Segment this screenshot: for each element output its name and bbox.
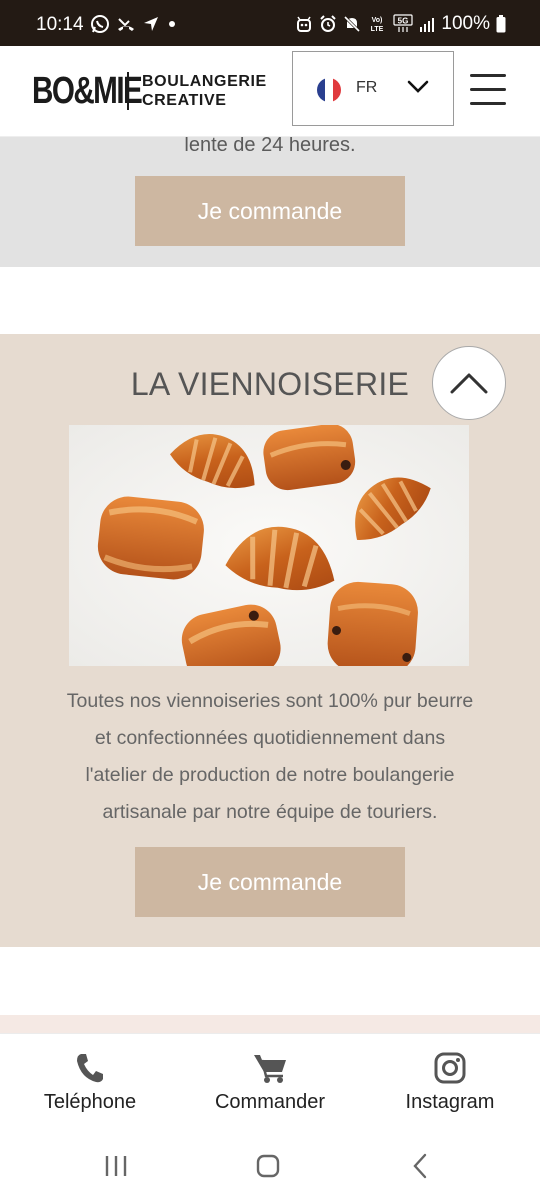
logo-divider — [127, 72, 129, 110]
order-button-previous[interactable]: Je commande — [135, 176, 405, 246]
previous-section-text: lente de 24 heures. — [184, 134, 356, 156]
viennoiserie-description: Toutes nos viennoiseries sont 100% pur b… — [0, 683, 540, 831]
language-code: FR — [356, 79, 378, 96]
order-action[interactable]: Commander — [180, 1034, 360, 1134]
android-icon — [297, 16, 312, 32]
phone-icon — [77, 1054, 103, 1083]
recent-apps-icon — [105, 1156, 127, 1176]
site-header: BO&MIE BOULANGERIE CREATIVE FR — [0, 46, 540, 137]
instagram-label: Instagram — [405, 1091, 495, 1113]
logo-mark[interactable]: BO&MIE — [32, 70, 143, 112]
description-line: artisanale par notre équipe de touriers. — [102, 801, 438, 823]
order-button-viennoiserie[interactable]: Je commande — [135, 847, 405, 917]
logo-line-2: CREATIVE — [142, 92, 227, 109]
hamburger-menu-button[interactable] — [470, 74, 506, 108]
back-button[interactable] — [400, 1151, 440, 1181]
battery-percent: 100% — [441, 13, 490, 34]
viennoiserie-photo — [69, 425, 469, 666]
back-icon — [413, 1153, 427, 1179]
recent-apps-button[interactable] — [96, 1151, 136, 1181]
instagram-icon — [434, 1052, 466, 1084]
france-flag-icon — [317, 78, 341, 102]
logo-text[interactable]: BOULANGERIE CREATIVE — [142, 72, 267, 110]
volte-icon: Vo) LTE — [371, 17, 384, 33]
svg-text:5G: 5G — [398, 17, 409, 26]
alarm-icon — [320, 15, 337, 32]
status-left-icons — [90, 12, 178, 36]
svg-text:LTE: LTE — [371, 26, 384, 33]
dot-icon — [169, 21, 175, 27]
svg-text:Vo): Vo) — [372, 17, 383, 24]
phone-label: Teléphone — [43, 1091, 137, 1113]
5g-icon: 5G — [393, 14, 413, 32]
missed-call-icon — [118, 18, 134, 31]
home-icon — [256, 1154, 280, 1178]
logo-line-1: BOULANGERIE — [142, 73, 267, 90]
system-navigation-bar — [0, 1133, 540, 1200]
phone-action[interactable]: Teléphone — [0, 1034, 180, 1134]
battery-icon — [496, 15, 506, 33]
bottom-action-bar: Teléphone Commander Instagram — [0, 1033, 540, 1133]
chevron-down-icon — [407, 80, 429, 93]
status-time: 10:14 — [36, 14, 84, 35]
signal-icon — [420, 18, 435, 32]
description-line: et confectionnées quotidiennement dans — [94, 727, 446, 749]
instagram-action[interactable]: Instagram — [360, 1034, 540, 1134]
description-line: l'atelier de production de notre boulang… — [85, 764, 455, 786]
order-label: Commander — [214, 1091, 326, 1113]
status-bar: 10:14 Vo) LTE 5G 100% — [0, 0, 540, 46]
status-right-icons: Vo) LTE 5G 100% — [295, 12, 506, 36]
navigation-icon — [144, 17, 158, 31]
language-selector[interactable]: FR — [292, 51, 454, 126]
scroll-to-top-button[interactable] — [432, 346, 506, 420]
description-line: Toutes nos viennoiseries sont 100% pur b… — [66, 690, 474, 712]
chevron-up-icon — [450, 373, 488, 394]
cart-icon — [254, 1055, 286, 1083]
mute-icon — [344, 15, 361, 33]
home-button[interactable] — [248, 1151, 288, 1181]
whatsapp-icon — [91, 15, 109, 33]
